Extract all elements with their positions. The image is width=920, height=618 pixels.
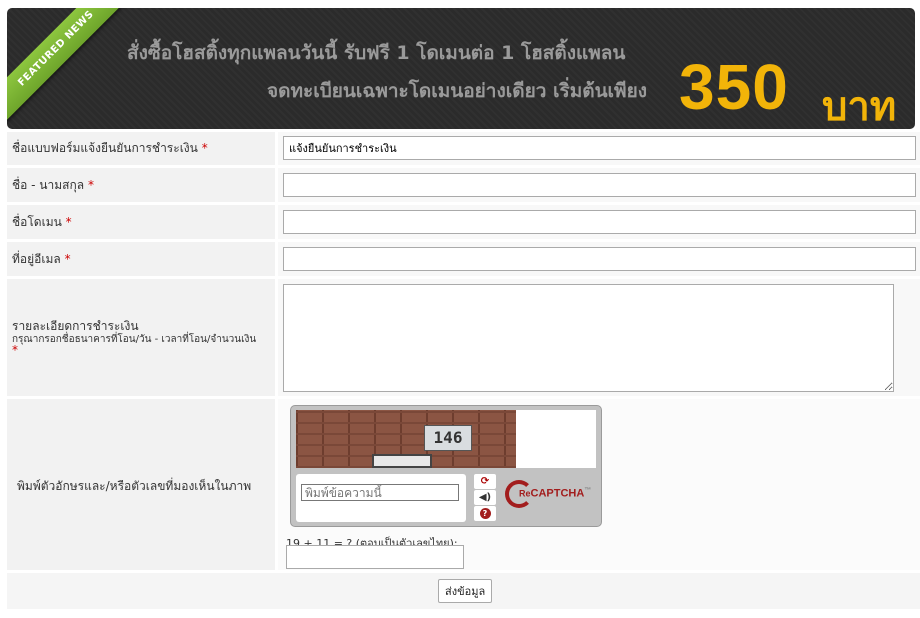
math-answer-input[interactable]: [286, 545, 464, 569]
fullname-field-cell: [278, 168, 920, 202]
captcha-image: 146: [296, 410, 596, 468]
domain-input[interactable]: [283, 210, 916, 234]
captcha-field-cell: 146 ⟳ ◀) ? ReCAPTCHA™ 19 + 11 = ? (ตอบเป…: [278, 399, 920, 570]
brick-wall-photo: 146: [296, 410, 516, 468]
details-field-cell: [278, 279, 920, 396]
banner-price: 350: [679, 51, 789, 123]
captcha-buttons: ⟳ ◀) ?: [474, 474, 496, 522]
recaptcha-widget: 146 ⟳ ◀) ? ReCAPTCHA™: [290, 405, 602, 527]
recaptcha-logo-text: ReCAPTCHA™: [519, 487, 591, 500]
form-row-email: ที่อยู่อีเมล *: [7, 242, 920, 276]
captcha-label-text: พิมพ์ตัวอักษรและ/หรือตัวเลขที่มองเห็นในภ…: [17, 479, 252, 493]
submit-button[interactable]: ส่งข้อมูล: [438, 579, 493, 603]
captcha-response-box: [296, 474, 466, 522]
captcha-label: พิมพ์ตัวอักษรและ/หรือตัวเลขที่มองเห็นในภ…: [7, 399, 275, 570]
ribbon-text: FEATURED NEWS: [16, 8, 97, 89]
label-text: ที่อยู่อีเมล: [12, 252, 61, 266]
submit-row: ส่งข้อมูล: [7, 573, 920, 609]
required-mark: *: [87, 178, 94, 192]
details-hint: กรุณากรอกชื่อธนาคารที่โอน/วัน - เวลาที่โ…: [12, 334, 257, 345]
banner-price-unit: บาท: [822, 84, 897, 129]
form-row-form-name: ชื่อแบบฟอร์มแจ้งยืนยันการชำระเงิน *: [7, 132, 920, 165]
form-name-input[interactable]: [283, 136, 916, 160]
email-label: ที่อยู่อีเมล *: [7, 242, 275, 276]
banner-line-1: สั่งซื้อโฮสติ้งทุกแพลนวันนี้ รับฟรี 1 โด…: [127, 42, 626, 64]
refresh-icon[interactable]: ⟳: [474, 474, 496, 489]
email-field-cell: [278, 242, 920, 276]
label-text: ชื่อแบบฟอร์มแจ้งยืนยันการชำระเงิน: [12, 141, 198, 155]
details-label: รายละเอียดการชำระเงิน กรุณากรอกชื่อธนาคา…: [7, 279, 275, 396]
window-frame: [372, 454, 432, 468]
form-row-fullname: ชื่อ - นามสกุล *: [7, 168, 920, 202]
form-row-domain: ชื่อโดเมน *: [7, 205, 920, 239]
logo-tm: ™: [584, 487, 592, 494]
recaptcha-logo: ReCAPTCHA™: [505, 478, 591, 518]
audio-icon[interactable]: ◀): [474, 490, 496, 505]
label-text: ชื่อ - นามสกุล: [12, 178, 85, 192]
required-mark: *: [65, 215, 72, 229]
required-mark: *: [12, 343, 18, 357]
required-mark: *: [201, 141, 208, 155]
promo-banner: FEATURED NEWS สั่งซื้อโฮสติ้งทุกแพลนวันน…: [7, 8, 915, 129]
form-row-details: รายละเอียดการชำระเงิน กรุณากรอกชื่อธนาคา…: [7, 279, 920, 396]
fullname-input[interactable]: [283, 173, 916, 197]
captcha-response-input[interactable]: [301, 484, 459, 501]
email-input[interactable]: [283, 247, 916, 271]
logo-pre: Re: [519, 488, 531, 499]
banner-line-2: จดทะเบียนเฉพาะโดเมนอย่างเดียว เริ่มต้นเพ…: [267, 80, 647, 102]
form-name-label: ชื่อแบบฟอร์มแจ้งยืนยันการชำระเงิน *: [7, 132, 275, 165]
domain-field-cell: [278, 205, 920, 239]
domain-label: ชื่อโดเมน *: [7, 205, 275, 239]
logo-main: CAPTCHA: [530, 487, 585, 500]
form-row-captcha: พิมพ์ตัวอักษรและ/หรือตัวเลขที่มองเห็นในภ…: [7, 399, 920, 570]
fullname-label: ชื่อ - นามสกุล *: [7, 168, 275, 202]
required-mark: *: [64, 252, 71, 266]
details-textarea[interactable]: [283, 284, 894, 392]
featured-news-ribbon: FEATURED NEWS: [7, 8, 129, 122]
help-icon[interactable]: ?: [474, 506, 496, 521]
form-name-field-cell: [278, 132, 920, 165]
house-number-plate: 146: [424, 425, 472, 451]
label-text: ชื่อโดเมน: [12, 215, 62, 229]
